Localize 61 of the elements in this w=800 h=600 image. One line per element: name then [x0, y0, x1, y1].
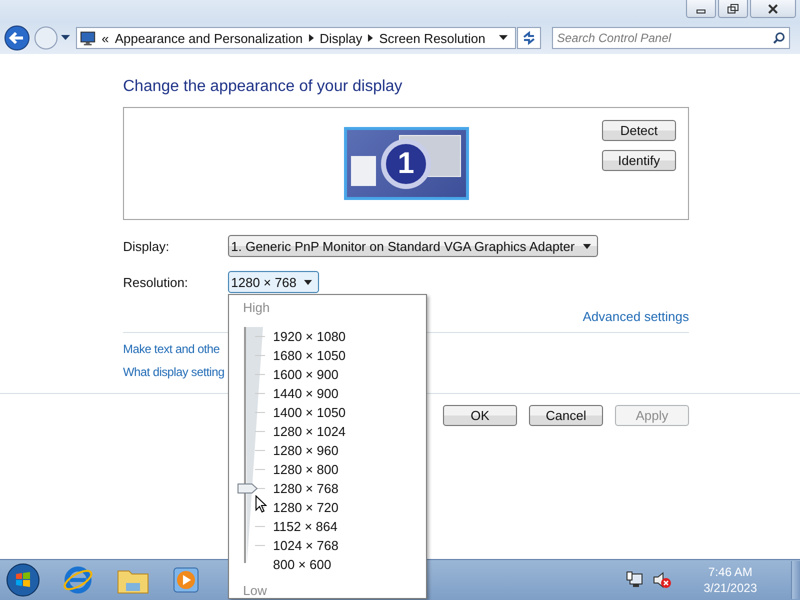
- minimize-button[interactable]: [686, 0, 716, 18]
- resolution-option[interactable]: 1680 × 1050: [273, 346, 346, 365]
- high-label: High: [243, 300, 271, 315]
- chevron-right-icon[interactable]: [368, 34, 374, 42]
- resolution-option[interactable]: 1280 × 800: [273, 460, 346, 479]
- resolution-option[interactable]: 800 × 600: [273, 555, 346, 574]
- close-button[interactable]: [750, 0, 796, 18]
- refresh-arrows-icon: [522, 31, 536, 45]
- dropdown-arrow-icon: [582, 244, 591, 248]
- history-dropdown-icon[interactable]: [61, 35, 70, 41]
- volume-muted-icon[interactable]: [652, 571, 672, 589]
- help-link[interactable]: Make text and othe: [123, 342, 220, 356]
- play-button-icon[interactable]: [172, 566, 200, 594]
- resolution-option[interactable]: 1280 × 768: [273, 479, 346, 498]
- help-link[interactable]: What display setting: [123, 365, 224, 379]
- mouse-pointer-icon: [255, 495, 267, 514]
- advanced-settings-link[interactable]: Advanced settings: [582, 309, 689, 324]
- dropdown-value: 1280 × 768: [231, 274, 296, 290]
- detect-button[interactable]: Detect: [602, 120, 676, 141]
- resolution-option[interactable]: 1400 × 1050: [273, 403, 346, 422]
- slider-thumb[interactable]: [237, 483, 259, 494]
- overflow-mark[interactable]: «: [102, 30, 109, 46]
- resolution-option[interactable]: 1280 × 960: [273, 441, 346, 460]
- dropdown-select[interactable]: 1280 × 768: [228, 271, 320, 293]
- maximize-icon: [727, 4, 739, 14]
- chevron-right-icon[interactable]: [308, 34, 314, 42]
- resolution-option[interactable]: 1280 × 720: [273, 498, 346, 517]
- page-heading: Change the appearance of your display: [123, 78, 404, 96]
- low-label: Low: [243, 583, 268, 598]
- search-field[interactable]: Search Control Panel: [552, 27, 790, 49]
- monitor-preview[interactable]: 1: [344, 127, 468, 200]
- resolution-option[interactable]: 1920 × 1080: [273, 327, 346, 346]
- network-monitor-icon[interactable]: [626, 571, 644, 589]
- dropdown-value: 1. Generic PnP Monitor on Standard VGA Graphics Adapter: [231, 238, 575, 254]
- resolution-option[interactable]: 1600 × 900: [273, 365, 346, 384]
- close-icon: [767, 4, 779, 14]
- search-icon[interactable]: [773, 32, 785, 44]
- breadcrumb[interactable]: Appearance and Personalization: [114, 30, 303, 46]
- start-button[interactable]: [6, 563, 40, 597]
- monitor-icon: [80, 30, 96, 46]
- breadcrumb[interactable]: Screen Resolution: [379, 30, 486, 46]
- identify-button[interactable]: Identify: [602, 150, 676, 171]
- dialog-button[interactable]: Cancel: [529, 405, 603, 426]
- resolution-option[interactable]: 1280 × 1024: [273, 422, 346, 441]
- address-bar[interactable]: « Appearance and Personalization Display Screen Resolution: [76, 27, 516, 49]
- monitor-number: 1: [381, 138, 431, 188]
- browser-e-icon[interactable]: [62, 564, 94, 596]
- slider-track[interactable]: [237, 327, 265, 563]
- dropdown-arrow-icon: [304, 280, 312, 284]
- dropdown-select[interactable]: 1. Generic PnP Monitor on Standard VGA Graphics Adapter: [228, 235, 598, 257]
- back-button[interactable]: [3, 24, 31, 52]
- maximize-button[interactable]: [718, 0, 748, 18]
- resolution-option[interactable]: 1440 × 900: [273, 384, 346, 403]
- setting-label: Resolution:: [123, 274, 190, 290]
- resolution-option[interactable]: 1024 × 768: [273, 536, 346, 555]
- breadcrumb[interactable]: Display: [320, 30, 362, 46]
- setting-label: Display:: [123, 238, 170, 254]
- window-thumbnail: [350, 156, 376, 186]
- refresh-button[interactable]: [517, 27, 541, 49]
- dialog-button[interactable]: OK: [443, 405, 517, 426]
- resolution-option[interactable]: 1152 × 864: [273, 517, 346, 536]
